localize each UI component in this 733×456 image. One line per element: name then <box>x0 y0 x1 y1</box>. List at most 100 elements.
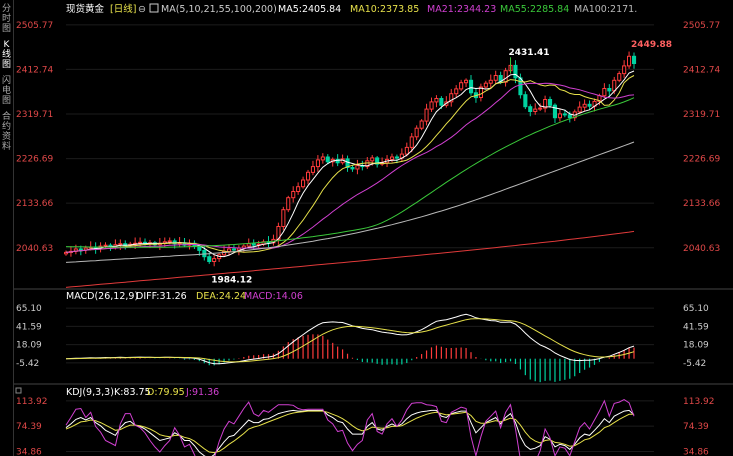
candle-body <box>434 98 439 103</box>
candle-body <box>222 250 227 256</box>
y-tick-label-right: 2133.66 <box>683 199 720 209</box>
y-tick-label-right: -5.42 <box>683 359 706 369</box>
annotation-low-label: 1984.12 <box>211 276 252 286</box>
sidebar-item-time-sharing[interactable]: 分时图 <box>0 4 13 34</box>
kdj-settings-icon[interactable] <box>15 387 22 394</box>
candle-body <box>167 240 172 243</box>
candle-body <box>118 243 123 246</box>
candle-body <box>577 106 582 113</box>
y-tick-label-right: 2040.63 <box>683 244 720 254</box>
kdj-d-value: D:79.95 <box>147 387 185 398</box>
candle-body <box>464 79 469 84</box>
candle-body <box>632 55 637 64</box>
candle-body <box>439 98 444 106</box>
candle-body <box>617 73 622 81</box>
candle-body <box>612 79 617 92</box>
candle-body <box>281 209 286 227</box>
lock-icon[interactable]: ⊖ <box>138 4 146 15</box>
y-tick-label-left: 18.09 <box>16 341 42 351</box>
candle-body <box>538 107 543 110</box>
candle-body <box>212 258 217 263</box>
candle-body <box>488 79 493 84</box>
candle-body <box>78 248 83 251</box>
ma-params: MA(5,10,21,55,100,200) <box>161 4 277 15</box>
candle-body <box>469 79 474 94</box>
candle-body <box>394 156 399 159</box>
y-tick-label-left: 65.10 <box>16 304 42 314</box>
y-tick-label-left: 2505.77 <box>16 21 53 31</box>
y-tick-label-right: 34.86 <box>683 447 709 456</box>
candle-body <box>562 113 567 116</box>
candle-body <box>567 114 572 119</box>
candle-body <box>528 106 533 112</box>
candle-body <box>291 191 296 199</box>
candle-body <box>454 88 459 95</box>
candle-body <box>602 88 607 97</box>
candle-body <box>493 75 498 81</box>
candle-body <box>251 243 256 246</box>
ma21-value: MA21:2344.23 <box>427 4 496 15</box>
ma-line-ma200 <box>65 230 635 288</box>
y-tick-label-left: 113.92 <box>16 397 48 407</box>
sidebar-item-flash-chart[interactable]: 闪电图 <box>0 76 13 106</box>
candle-body <box>459 82 464 90</box>
candle-body <box>306 171 311 181</box>
sidebar-item-contract-info[interactable]: 合约资料 <box>0 112 13 152</box>
period-label[interactable]: [日线] <box>110 3 136 15</box>
candle-body <box>419 120 424 129</box>
candle-body <box>552 104 558 119</box>
y-tick-label-right: 2226.69 <box>683 155 720 165</box>
macd-macd-value: MACD:14.06 <box>244 291 303 302</box>
candle-body <box>390 156 395 160</box>
y-tick-label-right: 18.09 <box>683 341 709 351</box>
kdj-pane[interactable] <box>65 399 635 456</box>
y-tick-label-right: 2319.71 <box>683 110 720 120</box>
candle-body <box>587 103 592 107</box>
macd-diff-value: DIFF:31.26 <box>136 291 187 302</box>
annotation-high-label: 2449.88 <box>631 40 672 50</box>
y-tick-label-right: 2505.77 <box>683 21 720 31</box>
ma-line-ma5 <box>65 70 635 258</box>
y-tick-label-left: 2412.74 <box>16 65 53 75</box>
annotation-high-label: 2431.41 <box>509 48 550 58</box>
candle-body <box>315 159 320 168</box>
kdj-j-value: J:91.36 <box>185 387 219 398</box>
candle-body <box>310 166 315 173</box>
ma-line-ma55 <box>65 97 635 248</box>
y-tick-label-left: 2040.63 <box>16 244 53 254</box>
settings-icon[interactable] <box>149 3 159 13</box>
kdj-k-value: K:83.75 <box>114 387 151 398</box>
candle-body <box>429 101 434 110</box>
ma-line-ma21 <box>65 82 635 253</box>
macd-pane[interactable] <box>65 313 635 383</box>
y-tick-label-left: 34.86 <box>16 447 42 456</box>
y-tick-label-left: 2319.71 <box>16 110 53 120</box>
candle-body <box>231 248 236 251</box>
candle-body <box>320 156 325 161</box>
ma5-value: MA5:2405.84 <box>278 4 341 15</box>
candle-body <box>424 108 429 122</box>
y-tick-label-left: 2226.69 <box>16 155 53 165</box>
y-tick-label-right: 74.39 <box>683 422 709 432</box>
candle-body <box>325 156 330 163</box>
candle-body <box>409 136 414 148</box>
candle-body <box>138 241 143 244</box>
instrument-name: 现货黄金 <box>66 3 105 15</box>
y-tick-label-left: -5.42 <box>16 359 39 369</box>
macd-dea-value: DEA:24.24 <box>196 291 246 302</box>
y-tick-label-left: 41.59 <box>16 322 42 332</box>
candle-body <box>296 186 301 192</box>
candle-body <box>301 179 306 188</box>
ma10-value: MA10:2373.85 <box>350 4 419 15</box>
macd-diff-line <box>65 313 635 365</box>
chart-area[interactable]: 现货黄金 [日线] ⊖ MA(5,10,21,55,100,200) MA5:2… <box>14 0 733 456</box>
candlestick-pane[interactable] <box>64 51 637 288</box>
ma100-value: MA100:2171. <box>574 4 637 15</box>
sidebar-item-kline[interactable]: K线图 <box>0 40 13 70</box>
y-tick-label-right: 2412.74 <box>683 65 720 75</box>
macd-params: MACD(26,12,9) <box>66 291 138 302</box>
y-tick-label-right: 113.92 <box>683 397 715 407</box>
y-tick-label-right: 41.59 <box>683 322 709 332</box>
left-sidebar: 分时图 K线图 闪电图 合约资料 <box>0 0 14 456</box>
candle-body <box>627 55 632 67</box>
